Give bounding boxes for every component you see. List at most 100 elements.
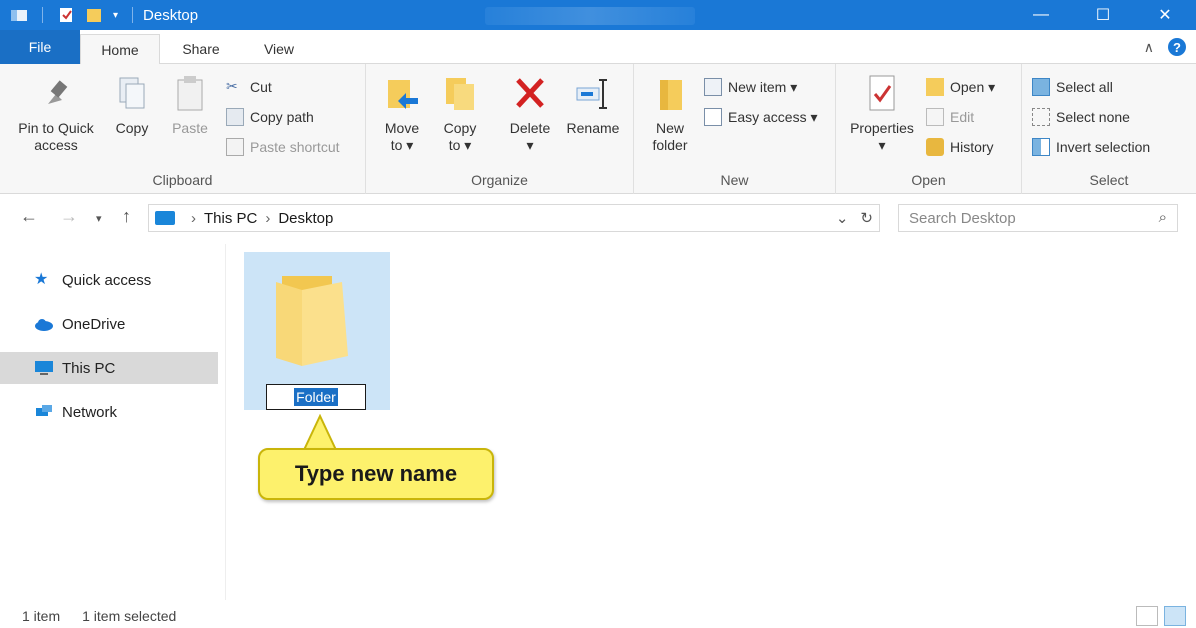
select-none-label: Select none	[1056, 109, 1130, 125]
select-group: Select all Select none Invert selection …	[1022, 64, 1196, 194]
tab-file[interactable]: File	[0, 30, 80, 64]
select-none-button[interactable]: Select none	[1032, 108, 1130, 126]
delete-button[interactable]: Delete ▾	[500, 74, 560, 154]
breadcrumb-chevron-icon[interactable]: ›	[191, 210, 196, 227]
collapse-ribbon-icon[interactable]: ∧	[1144, 39, 1154, 56]
search-icon: ⌕	[1158, 209, 1167, 226]
breadcrumb-desktop[interactable]: Desktop	[278, 210, 333, 227]
window-title: Desktop	[143, 6, 199, 24]
maximize-button[interactable]: ☐	[1072, 0, 1134, 30]
move-to-icon	[388, 80, 418, 109]
large-icons-view-icon[interactable]	[1164, 606, 1186, 626]
new-item-button[interactable]: New item ▾	[704, 78, 797, 96]
close-button[interactable]: ✕	[1134, 0, 1196, 30]
instruction-callout: Type new name	[258, 448, 494, 500]
delete-label: Delete	[509, 120, 551, 136]
sidebar-item-network[interactable]: Network	[0, 396, 218, 428]
cut-label: Cut	[250, 79, 272, 95]
new-folder-label-2: folder	[652, 137, 688, 153]
properties-button[interactable]: Properties ▾	[842, 74, 922, 154]
selection-count: 1 item selected	[82, 608, 177, 624]
copy-path-icon	[226, 108, 244, 126]
ribbon: Pin to Quick access Copy Paste ✂ Cut Cop…	[0, 64, 1196, 194]
edit-button[interactable]: Edit	[926, 108, 974, 126]
new-group: New folder New item ▾ Easy access ▾ New	[634, 64, 836, 194]
sidebar-item-label: This PC	[62, 359, 116, 377]
rename-input[interactable]: Folder	[266, 384, 366, 410]
paste-icon	[177, 76, 203, 111]
quick-access-toolbar: ▾	[0, 7, 137, 23]
rename-button[interactable]: Rename	[562, 74, 624, 137]
select-none-icon	[1032, 108, 1050, 126]
organize-group: Move to ▾ Copy to ▾ Delete ▾ Rename Orga…	[366, 64, 634, 194]
computer-icon	[35, 361, 53, 375]
move-to-label: Move	[384, 120, 420, 136]
up-arrow-icon[interactable]: ↑	[122, 206, 131, 227]
help-icon[interactable]: ?	[1168, 38, 1186, 56]
cut-button[interactable]: ✂ Cut	[226, 78, 272, 96]
pin-label-2: access	[34, 137, 78, 153]
qa-dropdown-icon[interactable]: ▾	[113, 10, 118, 21]
paste-button[interactable]: Paste	[164, 74, 216, 137]
select-all-label: Select all	[1056, 79, 1113, 95]
pin-label: Pin to Quick	[18, 120, 94, 136]
address-bar[interactable]: › This PC › Desktop ⌄ ↻	[148, 204, 880, 232]
pin-to-quick-access-button[interactable]: Pin to Quick access	[10, 74, 102, 154]
new-item-label: New item ▾	[728, 78, 798, 95]
forward-arrow-icon[interactable]: →	[60, 206, 78, 227]
back-arrow-icon[interactable]: ←	[20, 206, 38, 227]
qa-separator	[132, 7, 134, 23]
move-to-button[interactable]: Move to ▾	[376, 74, 428, 154]
tab-home[interactable]: Home	[80, 34, 160, 65]
history-label: History	[950, 139, 994, 155]
breadcrumb-this-pc[interactable]: This PC	[204, 210, 257, 227]
paste-shortcut-label: Paste shortcut	[250, 139, 340, 155]
easy-access-button[interactable]: Easy access ▾	[704, 108, 818, 126]
new-folder-label: New	[655, 120, 684, 136]
address-dropdown-icon[interactable]: ⌄	[836, 209, 849, 227]
pin-icon	[48, 80, 68, 104]
tab-share[interactable]: Share	[166, 34, 236, 64]
copy-to-label-2: to ▾	[448, 137, 472, 153]
select-all-icon	[1032, 78, 1050, 96]
minimize-button[interactable]: —	[1010, 0, 1072, 30]
copy-button[interactable]: Copy	[106, 74, 158, 137]
open-group: Properties ▾ Open ▾ Edit History Open	[836, 64, 1022, 194]
refresh-icon[interactable]: ↻	[860, 209, 873, 227]
edit-icon	[926, 108, 944, 126]
copy-to-button[interactable]: Copy to ▾	[434, 74, 486, 154]
breadcrumb-chevron-icon[interactable]: ›	[265, 210, 270, 227]
sidebar-item-quick-access[interactable]: ★ Quick access	[0, 264, 218, 296]
copy-path-label: Copy path	[250, 109, 314, 125]
copy-to-label: Copy	[443, 120, 477, 136]
open-group-label: Open	[911, 172, 946, 188]
copy-path-button[interactable]: Copy path	[226, 108, 314, 126]
new-folder-qa-icon[interactable]	[85, 7, 103, 23]
edit-label: Edit	[950, 109, 975, 125]
file-view: Folder	[228, 244, 1196, 600]
status-bar: 1 item 1 item selected	[0, 604, 1196, 628]
invert-selection-label: Invert selection	[1056, 139, 1151, 155]
qa-separator	[42, 7, 43, 23]
new-folder-button[interactable]: New folder	[644, 74, 696, 154]
properties-icon	[869, 75, 895, 111]
paste-shortcut-button[interactable]: Paste shortcut	[226, 138, 340, 156]
sidebar-item-this-pc[interactable]: This PC	[0, 352, 218, 384]
folder-item[interactable]: Folder	[244, 252, 390, 410]
sidebar-item-onedrive[interactable]: OneDrive	[0, 308, 218, 340]
clipboard-group-label: Clipboard	[152, 172, 213, 188]
new-item-icon	[704, 78, 722, 96]
details-view-icon[interactable]	[1136, 606, 1158, 626]
invert-selection-button[interactable]: Invert selection	[1032, 138, 1150, 156]
network-icon	[36, 405, 52, 416]
recent-locations-icon[interactable]: ▾	[96, 212, 102, 225]
properties-qa-icon[interactable]	[57, 7, 75, 23]
history-button[interactable]: History	[926, 138, 994, 156]
star-icon: ★	[34, 271, 49, 288]
select-all-button[interactable]: Select all	[1032, 78, 1113, 96]
paste-shortcut-icon	[226, 138, 244, 156]
tab-view[interactable]: View	[244, 34, 314, 64]
open-button[interactable]: Open ▾	[926, 78, 995, 96]
search-input[interactable]: Search Desktop ⌕	[898, 204, 1178, 232]
rename-icon	[576, 79, 607, 109]
